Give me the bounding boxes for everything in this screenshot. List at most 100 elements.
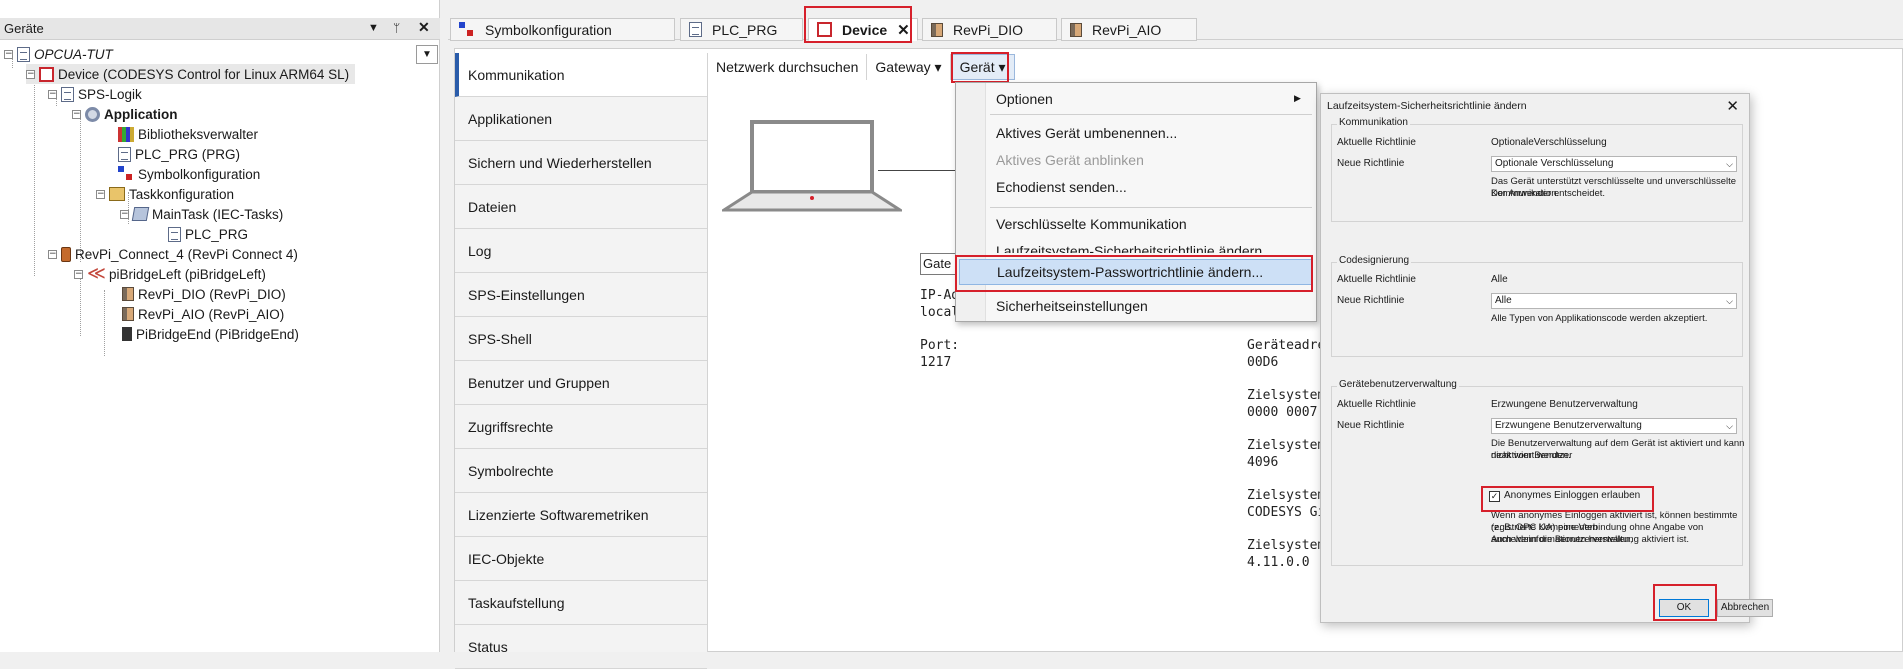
device-menu-button[interactable]: Gerät ▾ (950, 54, 1015, 80)
device-icon (39, 66, 54, 82)
tree-node-plc-prg-call[interactable]: PLC_PRG (168, 224, 248, 244)
pin-icon[interactable]: ᛘ (393, 21, 400, 35)
tree-node-sps-logik[interactable]: − SPS-Logik (48, 84, 142, 104)
comm-new-label: Neue Richtlinie (1337, 158, 1405, 169)
submenu-arrow-icon: ▶ (1294, 93, 1301, 103)
collapse-icon[interactable]: − (96, 189, 105, 199)
application-gear-icon (85, 106, 100, 122)
codesign-description: Alle Typen von Applikationscode werden a… (1491, 313, 1708, 324)
menu-item-password-policy[interactable]: Laufzeitsystem-Passwortrichtlinie ändern… (959, 259, 1312, 285)
usermgmt-new-policy-select[interactable]: Erzwungene Benutzerverwaltung ⌵ (1491, 418, 1737, 434)
tree-node-library-manager[interactable]: Bibliotheksverwalter (118, 124, 258, 144)
chevron-down-icon: ⌵ (1726, 296, 1733, 306)
menu-item-security-policy[interactable]: Laufzeitsystem-Sicherheitsrichtlinie änd… (996, 243, 1274, 253)
nav-log[interactable]: Log (455, 229, 707, 273)
nav-zugriffsrechte[interactable]: Zugriffsrechte (455, 405, 707, 449)
chevron-down-icon: ⌵ (1726, 421, 1733, 431)
target-version-value: 4.11.0.0 (1247, 555, 1310, 570)
tab-revpi-aio[interactable]: RevPi_AIO (1061, 18, 1197, 41)
nav-sps-einstellungen[interactable]: SPS-Einstellungen (455, 273, 707, 317)
menu-item-rename-device[interactable]: Aktives Gerät umbenennen... (996, 125, 1177, 141)
pibridge-icon (87, 263, 106, 284)
devices-panel-header: Geräte ▼ ᛘ ✕ (0, 18, 440, 40)
scan-network-button[interactable]: Netzwerk durchsuchen (708, 54, 868, 80)
tree-node-revpi-aio[interactable]: RevPi_AIO (RevPi_AIO) (122, 304, 284, 324)
module-icon (1070, 22, 1082, 37)
program-icon (118, 146, 131, 162)
cancel-button[interactable]: Abbrechen (1717, 599, 1773, 617)
main-task-icon (131, 207, 150, 221)
close-panel-icon[interactable]: ✕ (418, 19, 430, 36)
module-icon (122, 307, 134, 321)
codesign-current-value: Alle (1491, 274, 1508, 285)
collapse-icon[interactable]: − (26, 69, 35, 79)
panel-menu-icon[interactable]: ▼ (368, 22, 379, 34)
tab-device[interactable]: Device ✕ (808, 18, 918, 41)
nav-symbolrechte[interactable]: Symbolrechte (455, 449, 707, 493)
gateway-menu-button[interactable]: Gateway ▾ (867, 54, 951, 80)
menu-item-security-settings[interactable]: Sicherheitseinstellungen (996, 298, 1148, 314)
port-value: 1217 (920, 355, 952, 370)
menu-item-optionen[interactable]: Optionen (996, 91, 1053, 107)
target-vendor-value: CODESYS Gi (1247, 505, 1326, 520)
nav-sichern[interactable]: Sichern und Wiederherstellen (455, 141, 707, 185)
usermgmt-new-label: Neue Richtlinie (1337, 420, 1405, 431)
check-icon: ✓ (1490, 491, 1499, 501)
tree-node-revpi-dio[interactable]: RevPi_DIO (RevPi_DIO) (122, 284, 286, 304)
codesign-current-label: Aktuelle Richtlinie (1337, 274, 1416, 285)
tree-node-symbol-config[interactable]: Symbolkonfiguration (118, 164, 260, 184)
tree-node-project[interactable]: − OPCUA-TUT (4, 44, 113, 64)
nav-applikationen[interactable]: Applikationen (455, 97, 707, 141)
collapse-icon[interactable]: − (48, 249, 57, 259)
close-tab-icon[interactable]: ✕ (897, 21, 910, 39)
ip-label: IP-Ad (920, 288, 960, 303)
collapse-icon[interactable]: − (72, 109, 81, 119)
anonymous-login-label: Anonymes Einloggen erlauben (1504, 490, 1641, 501)
nav-softwaremetriken[interactable]: Lizenzierte Softwaremetriken (455, 493, 707, 537)
collapse-icon[interactable]: − (4, 49, 13, 59)
tree-node-pibridge-end[interactable]: PiBridgeEnd (PiBridgeEnd) (122, 324, 299, 344)
symbol-config-icon (459, 21, 475, 38)
anonymous-login-checkbox[interactable]: ✓ (1489, 491, 1500, 502)
comm-current-label: Aktuelle Richtlinie (1337, 137, 1416, 148)
tree-node-device[interactable]: − Device (CODESYS Control for Linux ARM6… (26, 64, 356, 84)
tree-node-main-task[interactable]: − MainTask (IEC-Tasks) (120, 204, 283, 224)
collapse-icon[interactable]: − (48, 89, 57, 99)
menu-item-echo-service[interactable]: Echodienst senden... (996, 179, 1127, 195)
collapse-icon[interactable]: − (74, 269, 83, 279)
tree-node-task-config[interactable]: − Taskkonfiguration (96, 184, 234, 204)
network-connector-line (878, 170, 958, 171)
menu-item-blink-device: Aktives Gerät anblinken (996, 152, 1144, 168)
device-address-value: 00D6 (1247, 355, 1279, 370)
tab-revpi-dio[interactable]: RevPi_DIO (922, 18, 1057, 41)
device-tree: − OPCUA-TUT − Device (CODESYS Control fo… (0, 42, 440, 652)
tree-node-application[interactable]: − Application (72, 104, 178, 124)
nav-dateien[interactable]: Dateien (455, 185, 707, 229)
nav-taskaufstellung[interactable]: Taskaufstellung (455, 581, 707, 625)
menu-item-encrypted-communication[interactable]: Verschlüsselte Kommunikation (996, 216, 1187, 232)
port-label: Port: (920, 338, 960, 353)
gateway-field[interactable]: Gate (920, 253, 960, 275)
chevron-down-icon: ▾ (934, 58, 942, 75)
tree-node-revpi-connect[interactable]: − RevPi_Connect_4 (RevPi Connect 4) (48, 244, 298, 264)
codesign-new-policy-select[interactable]: Alle ⌵ (1491, 293, 1737, 309)
ok-button[interactable]: OK (1659, 599, 1709, 617)
dialog-title: Laufzeitsystem-Sicherheitsrichtlinie änd… (1327, 100, 1527, 112)
nav-iec-objekte[interactable]: IEC-Objekte (455, 537, 707, 581)
tree-node-plc-prg[interactable]: PLC_PRG (PRG) (118, 144, 240, 164)
collapse-icon[interactable]: − (120, 209, 129, 219)
nav-sps-shell[interactable]: SPS-Shell (455, 317, 707, 361)
tree-node-pibridge-left[interactable]: − piBridgeLeft (piBridgeLeft) (74, 263, 266, 284)
nav-status[interactable]: Status (455, 625, 707, 669)
tab-symbolkonfiguration[interactable]: Symbolkonfiguration (450, 18, 675, 41)
nav-benutzer-gruppen[interactable]: Benutzer und Gruppen (455, 361, 707, 405)
comm-new-policy-select[interactable]: Optionale Verschlüsselung ⌵ (1491, 156, 1737, 172)
device-icon (817, 22, 832, 37)
security-policy-dialog: Laufzeitsystem-Sicherheitsrichtlinie änd… (1320, 93, 1773, 623)
plc-logic-icon (61, 86, 74, 102)
device-dropdown-menu: Optionen ▶ Aktives Gerät umbenennen... A… (955, 82, 1317, 322)
tab-plc-prg[interactable]: PLC_PRG (680, 18, 803, 41)
nav-kommunikation[interactable]: Kommunikation (455, 53, 707, 97)
module-icon (122, 287, 134, 301)
close-icon[interactable]: ✕ (1726, 97, 1739, 115)
